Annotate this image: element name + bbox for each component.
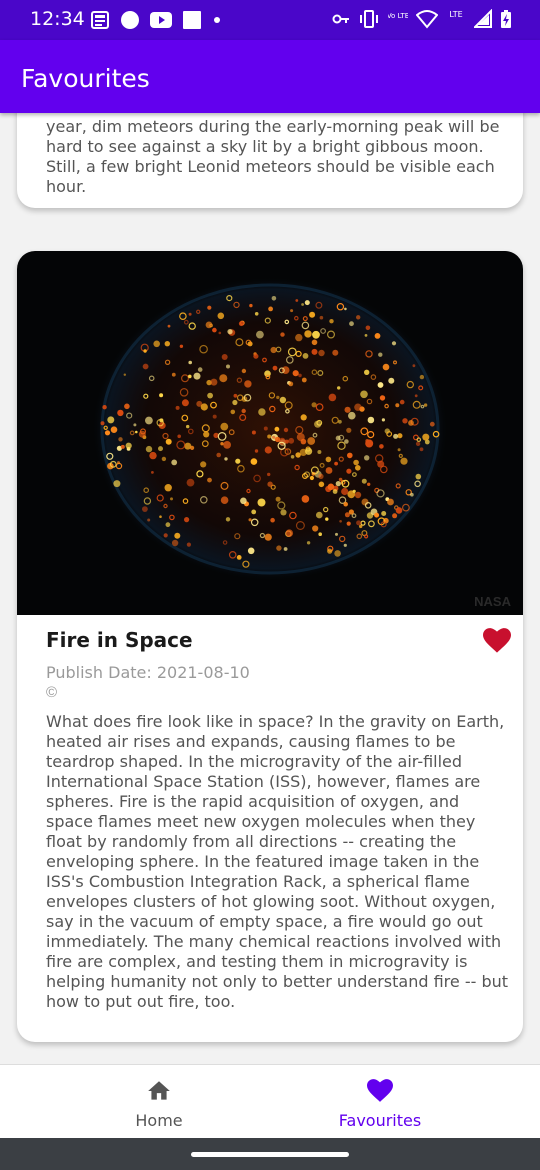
news-icon: [91, 11, 109, 29]
lte-label: LTE: [449, 10, 462, 19]
dot-icon: [214, 17, 220, 23]
gesture-handle[interactable]: [191, 1152, 349, 1157]
card-description: What does fire look like in space? In th…: [46, 712, 509, 1011]
favourites-list[interactable]: year, dim meteors during the early-morni…: [0, 113, 540, 1064]
volte-label: Vo LTE: [388, 12, 408, 20]
circle-icon: [121, 11, 139, 29]
status-notification-icons: [90, 10, 222, 30]
status-bar: 12:34 Vo LTE LTE: [0, 0, 540, 40]
image-credit: NASA: [474, 594, 511, 609]
nav-item-favourites[interactable]: Favourites: [270, 1065, 490, 1139]
fire-sphere-image: [92, 277, 448, 581]
bottom-navigation: Home Favourites: [0, 1064, 540, 1138]
home-icon: [148, 1081, 170, 1100]
page-title: Favourites: [21, 64, 150, 93]
vpn-key-icon: [332, 14, 349, 24]
status-system-icons: Vo LTE LTE: [332, 9, 512, 29]
nav-label-favourites: Favourites: [338, 1111, 422, 1130]
card-description: year, dim meteors during the early-morni…: [46, 117, 500, 196]
apod-card[interactable]: year, dim meteors during the early-morni…: [17, 113, 523, 208]
wifi-icon: [416, 10, 438, 29]
nav-label-home: Home: [135, 1111, 183, 1130]
copyright: ©: [46, 684, 58, 701]
system-gesture-bar: [0, 1138, 540, 1170]
square-icon: [183, 11, 201, 29]
youtube-icon: [150, 12, 172, 28]
vibrate-icon: [360, 10, 378, 28]
heart-icon: [367, 1079, 393, 1102]
apod-image[interactable]: NASA: [17, 251, 523, 615]
volte-icon: Vo LTE: [388, 12, 408, 20]
status-time: 12:34: [30, 8, 85, 30]
signal-icon: [474, 9, 492, 28]
nav-item-home[interactable]: Home: [49, 1065, 269, 1139]
apod-card[interactable]: NASA Fire in Space Publish Date: 2021-08…: [17, 251, 523, 1042]
lte-icon: LTE: [449, 10, 462, 19]
publish-date: Publish Date: 2021-08-10: [46, 663, 250, 682]
card-title: Fire in Space: [46, 628, 193, 652]
battery-charging-icon: [501, 10, 511, 28]
favourite-heart-icon[interactable]: [483, 628, 511, 654]
app-bar: Favourites: [0, 40, 540, 113]
